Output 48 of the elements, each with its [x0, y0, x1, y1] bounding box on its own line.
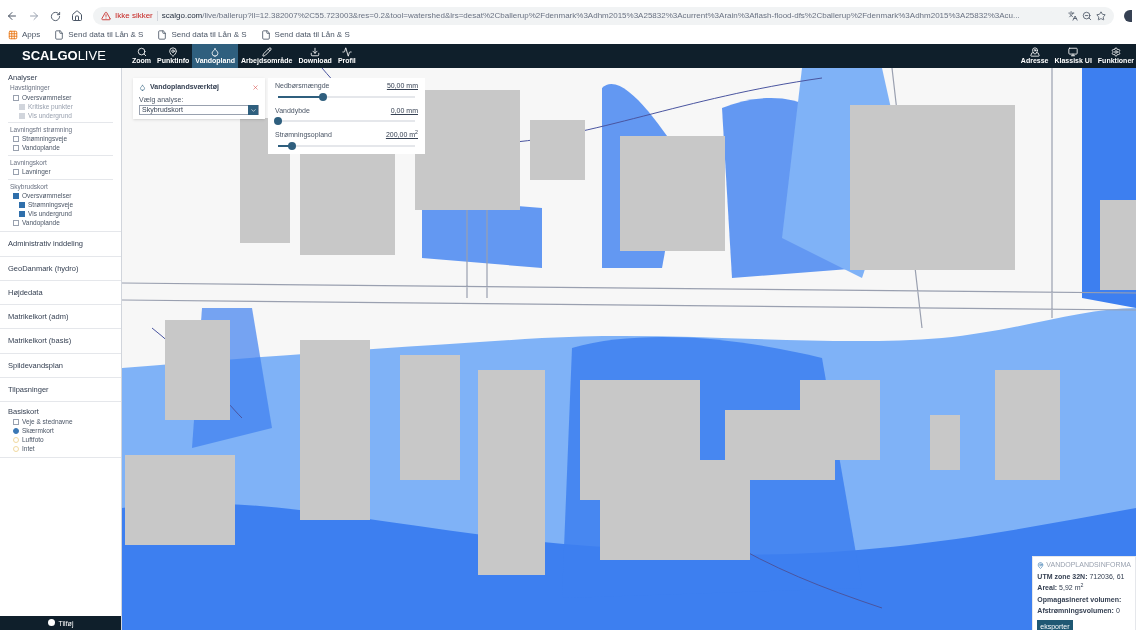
pencil-icon [261, 47, 272, 57]
page-icon [54, 30, 65, 40]
drop-icon [210, 47, 221, 57]
checkbox[interactable] [13, 136, 19, 143]
checkbox[interactable] [13, 169, 19, 175]
apps-grid-icon [8, 30, 18, 40]
chevron-down-icon [249, 106, 257, 114]
back-icon[interactable] [6, 10, 18, 22]
bookmark[interactable]: Send data til Lån & S [54, 29, 144, 41]
address-pin-icon [1029, 47, 1040, 57]
slider-thumb[interactable] [274, 117, 282, 125]
flood-map-drawing[interactable] [122, 68, 1136, 630]
checkbox[interactable] [13, 219, 19, 226]
settings-icon [1110, 47, 1121, 57]
logo: SCALGOLIVE [21, 47, 107, 66]
translate-icon[interactable] [1068, 11, 1078, 21]
url-text: scalgo.com/live/ballerup?ll=12.382007%2C55.723003&res=0.2&tool=watershed&lrs=desat%2Cballerup%2Fdenmark%3Adhm2015%3A25832%3Acurrent%3Arain%3Aflash-flood-dfs%2Cballerup%2Fdenmark%3Adhm2015%3A25832%3Acu... [161, 10, 1020, 22]
bookmark[interactable]: Send data til Lån & S [260, 29, 350, 41]
radio-button[interactable] [13, 427, 19, 434]
warning-icon [101, 11, 111, 21]
checkbox[interactable] [13, 192, 19, 199]
zoom-icon[interactable] [1082, 11, 1092, 21]
pin-icon [1037, 561, 1045, 569]
checkbox[interactable] [13, 145, 19, 152]
bookmark[interactable]: Apps [8, 29, 41, 41]
page-icon [157, 30, 168, 40]
star-icon[interactable] [1096, 11, 1106, 21]
download-icon [310, 47, 321, 57]
security-warning: Ikke sikker [115, 10, 153, 22]
pin-icon [168, 47, 179, 57]
profile-icon[interactable] [1124, 10, 1132, 22]
home-icon[interactable] [71, 10, 83, 22]
checkbox[interactable] [13, 94, 19, 101]
dropdown-button[interactable] [248, 105, 258, 115]
drop-icon [139, 83, 146, 91]
checkbox[interactable] [13, 418, 19, 425]
search-icon [136, 47, 147, 57]
reload-icon[interactable] [50, 10, 61, 22]
checkbox[interactable] [19, 201, 25, 208]
checkbox[interactable] [19, 210, 25, 217]
slider-track[interactable] [278, 95, 415, 98]
slider-thumb[interactable] [287, 141, 296, 150]
slider-thumb[interactable] [319, 92, 328, 101]
monitor-icon [1068, 47, 1079, 57]
bookmark[interactable]: Send data til Lån & S [157, 29, 247, 41]
address-bar[interactable] [93, 7, 1114, 25]
page-icon [260, 30, 271, 40]
wave-icon [341, 47, 352, 57]
